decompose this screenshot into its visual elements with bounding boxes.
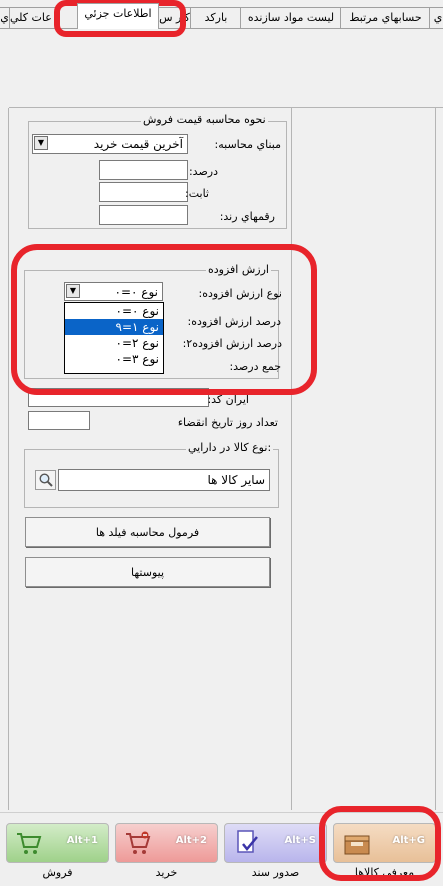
shortcut-label: Alt+2 (175, 835, 207, 846)
tab-label: حسابهاي مرتبط (349, 11, 422, 24)
tab-label: ليست مواد سازنده (247, 11, 335, 24)
issue-document-caption: صدور سند (251, 866, 300, 879)
tab-barcode[interactable]: بارکد (190, 7, 242, 28)
purchase-button[interactable]: Alt+2 (115, 823, 218, 863)
rounding-input[interactable] (99, 205, 188, 225)
percent-label: درصد: (188, 165, 218, 178)
asset-type-title: نوع کالا در دارايي: (186, 441, 274, 454)
price-calc-title: نحوه محاسبه قيمت فروش (141, 113, 268, 126)
highlight-products (319, 806, 441, 881)
tab-bill-of-materials[interactable]: ليست مواد سازنده (240, 7, 342, 28)
search-icon (38, 473, 53, 487)
tab-detail-info[interactable]: اطلاعات جزئي (77, 3, 159, 29)
expiry-days-input[interactable] (28, 411, 90, 430)
tab-label: ي (0, 11, 9, 24)
shortcut-label: Alt+1 (66, 835, 98, 846)
basis-value: آخرين قيمت خريد (93, 137, 183, 151)
chevron-down-icon[interactable]: ▼ (34, 136, 48, 150)
rounding-label: رقمهاي رند: (219, 210, 275, 223)
asset-type-input[interactable]: ساير کالا ها (58, 469, 270, 491)
fixed-input[interactable] (99, 182, 188, 202)
highlight-vat (11, 244, 317, 395)
field-formula-button[interactable]: فرمول محاسبه فيلد ها (25, 517, 270, 547)
basis-label: مبناي محاسبه: (214, 138, 281, 151)
fixed-label: ثابت: (185, 187, 209, 200)
asset-type-value: ساير کالا ها (207, 473, 266, 487)
tab-related-accounts[interactable]: حسابهاي مرتبط (340, 7, 431, 28)
basis-select[interactable]: ▼ آخرين قيمت خريد (32, 134, 188, 154)
percent-input[interactable] (99, 160, 188, 180)
cart-minus-icon (126, 831, 151, 854)
purchase-caption: خريد (155, 866, 178, 879)
side-panel (291, 108, 436, 810)
sales-caption: فروش (42, 866, 73, 879)
tab-general-info[interactable]: اط عات کلي (9, 7, 60, 28)
expiry-days-label: تعداد روز تاريخ انقضاء (177, 416, 278, 429)
shortcut-label: Alt+S (284, 835, 316, 846)
tab-label: اط عات کلي (10, 11, 59, 24)
issue-document-button[interactable]: Alt+S (224, 823, 327, 863)
attachments-button[interactable]: پيوستها (25, 557, 270, 587)
cart-icon (17, 833, 42, 854)
document-check-icon (237, 830, 258, 853)
sales-button[interactable]: Alt+1 (6, 823, 109, 863)
search-button[interactable] (35, 470, 56, 490)
tab-label: بارکد (204, 11, 228, 24)
tab-label: ي (433, 11, 443, 24)
tab-more[interactable]: ي (429, 7, 443, 28)
top-panel (0, 29, 443, 107)
tab-label: اطلاعات جزئي (84, 7, 152, 20)
